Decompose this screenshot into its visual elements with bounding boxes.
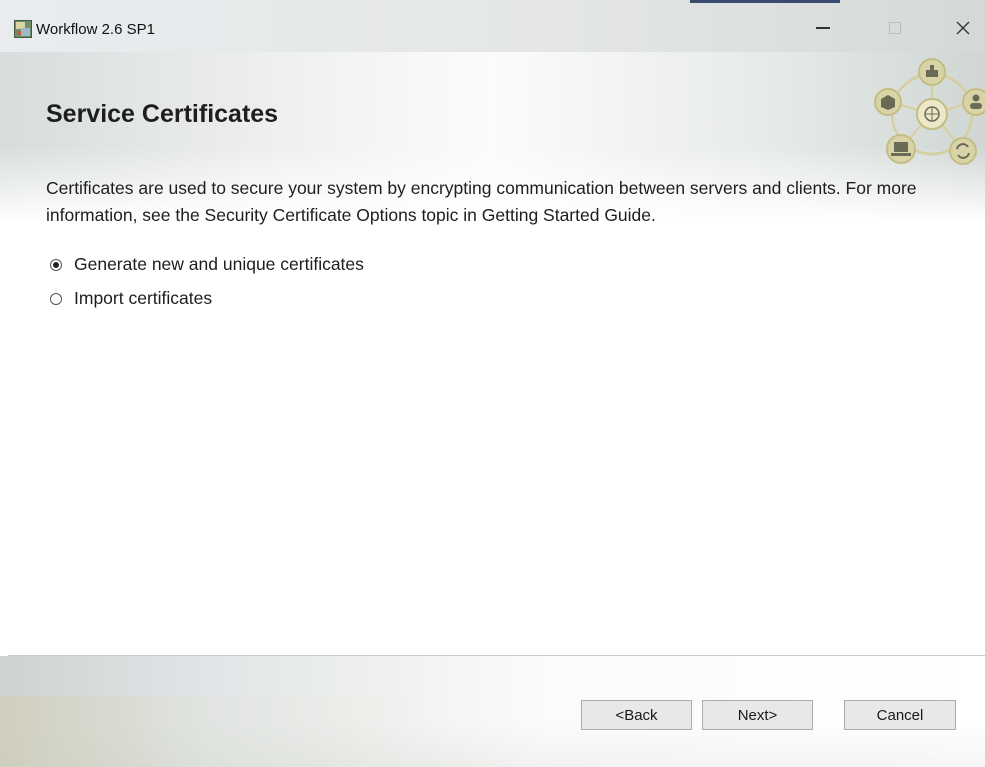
back-button[interactable]: <Back — [581, 700, 692, 730]
maximize-icon — [889, 22, 901, 34]
installer-window: Workflow 2.6 SP1 Service Certificates Ce… — [0, 0, 985, 767]
radio-label-import: Import certificates — [74, 288, 213, 308]
radio-option-generate[interactable]: Generate new and unique certificates — [50, 254, 364, 275]
close-button[interactable] — [940, 10, 985, 46]
footer-gradient — [0, 696, 420, 767]
footer-band — [0, 656, 985, 767]
app-icon — [14, 20, 32, 38]
window-title: Workflow 2.6 SP1 — [36, 21, 155, 38]
maximize-button[interactable] — [872, 10, 918, 46]
description-text: Certificates are used to secure your sys… — [46, 178, 917, 225]
minimize-button[interactable] — [800, 10, 846, 46]
minimize-icon — [816, 27, 830, 29]
radio-label-generate: Generate new and unique certificates — [74, 254, 364, 274]
next-button[interactable]: Next> — [702, 700, 813, 730]
radio-button-selected[interactable] — [50, 258, 62, 271]
page-title: Service Certificates — [46, 100, 279, 128]
radio-option-import[interactable]: Import certificates — [50, 288, 212, 309]
title-bar-accent — [690, 0, 840, 3]
cancel-button[interactable]: Cancel — [844, 700, 956, 730]
workflow-emblem-icon — [874, 58, 985, 165]
close-icon — [956, 21, 970, 35]
title-bar[interactable]: Workflow 2.6 SP1 — [0, 0, 985, 52]
radio-button-unselected[interactable] — [50, 292, 62, 305]
